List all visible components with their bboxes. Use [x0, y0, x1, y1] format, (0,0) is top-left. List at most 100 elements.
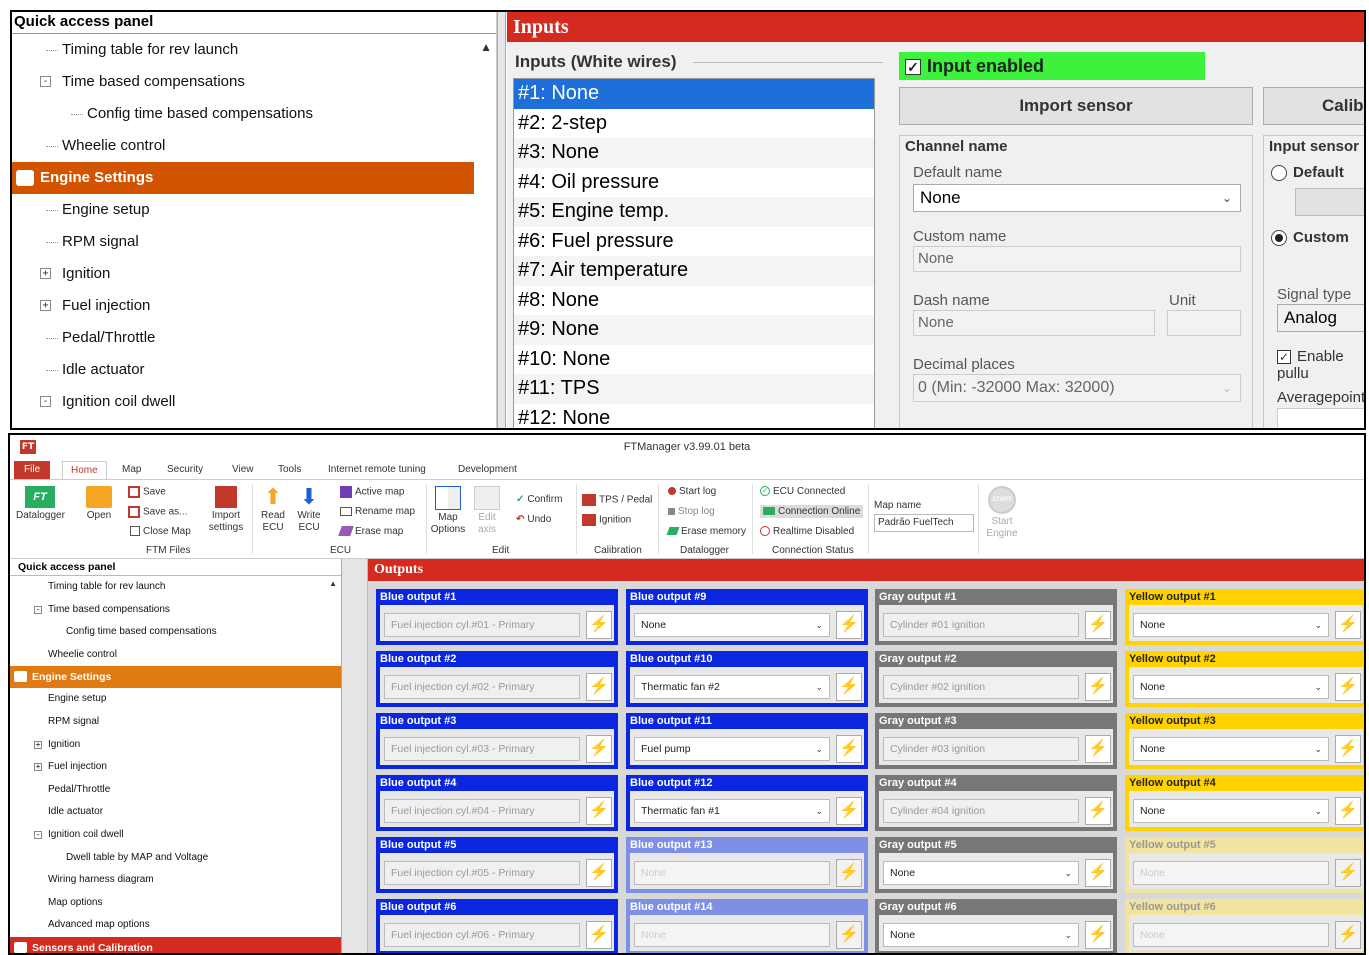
lightning-test-icon[interactable]: ⚡ — [836, 735, 862, 763]
output-function-select[interactable]: Thermatic fan #1 ⌄ — [634, 799, 830, 823]
output-function-field[interactable]: Fuel injection cyl.#06 - Primary — [384, 923, 580, 947]
erase-map-button[interactable]: Erase map — [338, 526, 403, 537]
read-ecu-button[interactable]: ⬆ Read ECU — [258, 486, 288, 534]
input-list-item[interactable]: #8: None — [514, 285, 874, 315]
input-enabled-checkbox[interactable]: ✓ Input enabled — [899, 52, 1205, 80]
tree-item[interactable]: RPM signal — [10, 711, 341, 734]
save-button[interactable]: Save — [128, 486, 166, 498]
tree-item[interactable]: + Ignition — [10, 734, 341, 757]
lightning-test-icon[interactable]: ⚡ — [1335, 921, 1361, 949]
unit-field[interactable] — [1167, 310, 1241, 336]
lightning-test-icon[interactable]: ⚡ — [1085, 673, 1111, 701]
input-list-item[interactable]: #12: None — [514, 403, 874, 428]
output-function-field[interactable]: None — [634, 861, 830, 885]
decimal-places-select[interactable]: 0 (Min: -32000 Max: 32000) ⌄ — [913, 374, 1241, 402]
tree-item[interactable]: Idle actuator — [10, 801, 341, 824]
tree-item[interactable]: + Fuel injection — [10, 756, 341, 779]
output-function-select[interactable]: None ⌄ — [1133, 799, 1329, 823]
tree-item[interactable]: Pedal/Throttle — [12, 322, 496, 354]
output-function-field[interactable]: None — [634, 923, 830, 947]
output-function-field[interactable]: Cylinder #04 ignition — [883, 799, 1079, 823]
import-sensor-button[interactable]: Import sensor — [899, 87, 1253, 125]
input-list-item[interactable]: #6: Fuel pressure — [514, 226, 874, 256]
output-function-field[interactable]: Cylinder #02 ignition — [883, 675, 1079, 699]
input-list-item[interactable]: #2: 2-step — [514, 108, 874, 138]
output-function-select[interactable]: Fuel pump ⌄ — [634, 737, 830, 761]
output-function-field[interactable]: Fuel injection cyl.#02 - Primary — [384, 675, 580, 699]
output-function-select[interactable]: None ⌄ — [1133, 613, 1329, 637]
output-function-field[interactable]: None — [1133, 923, 1329, 947]
output-function-select[interactable]: Thermatic fan #2 ⌄ — [634, 675, 830, 699]
map-name-field[interactable]: Padrão FuelTech — [874, 514, 974, 532]
enable-pullup-checkbox[interactable]: ✓ Enable pullu — [1277, 348, 1364, 382]
expand-icon[interactable]: + — [34, 740, 42, 749]
tree-item[interactable]: Wheelie control — [12, 130, 496, 162]
tps-pedal-button[interactable]: TPS / Pedal — [582, 494, 652, 506]
average-points-field[interactable] — [1277, 408, 1364, 428]
lightning-test-icon[interactable]: ⚡ — [586, 735, 612, 763]
collapse-icon[interactable]: - — [40, 76, 51, 87]
collapse-icon[interactable]: - — [40, 396, 51, 407]
menu-view[interactable]: View — [232, 464, 254, 475]
lightning-test-icon[interactable]: ⚡ — [836, 611, 862, 639]
section-engine-settings[interactable]: Engine Settings — [10, 666, 341, 689]
menu-security[interactable]: Security — [167, 464, 203, 475]
menu-tools[interactable]: Tools — [278, 464, 301, 475]
tree-item[interactable]: Wheelie control — [10, 644, 341, 667]
lightning-test-icon[interactable]: ⚡ — [1335, 735, 1361, 763]
expand-icon[interactable]: + — [34, 763, 42, 772]
custom-name-field[interactable]: None — [913, 246, 1241, 272]
lightning-test-icon[interactable]: ⚡ — [1085, 921, 1111, 949]
lightning-test-icon[interactable]: ⚡ — [836, 673, 862, 701]
import-settings-button[interactable]: Import settings — [206, 486, 246, 534]
collapse-icon[interactable]: - — [34, 830, 42, 839]
expand-icon[interactable]: + — [40, 268, 51, 279]
menu-home[interactable]: Home — [62, 461, 107, 479]
output-function-field[interactable]: Cylinder #01 ignition — [883, 613, 1079, 637]
lightning-test-icon[interactable]: ⚡ — [586, 611, 612, 639]
input-list-item[interactable]: #10: None — [514, 344, 874, 374]
open-button[interactable]: Open — [84, 486, 114, 521]
section-engine-settings[interactable]: Engine Settings — [12, 162, 474, 194]
lightning-test-icon[interactable]: ⚡ — [1335, 859, 1361, 887]
splitter[interactable] — [342, 559, 368, 953]
tree-item[interactable]: - Ignition coil dwell — [12, 386, 496, 418]
lightning-test-icon[interactable]: ⚡ — [1085, 611, 1111, 639]
lightning-test-icon[interactable]: ⚡ — [1085, 859, 1111, 887]
erase-memory-button[interactable]: Erase memory — [666, 526, 746, 537]
tree-item[interactable]: Config time based compensations — [10, 621, 341, 644]
save-as-button[interactable]: Save as... — [128, 506, 187, 518]
tree-item[interactable]: Timing table for rev launch — [12, 34, 496, 66]
default-name-select[interactable]: None ⌄ — [913, 184, 1241, 212]
tree-item[interactable]: Advanced map options — [10, 914, 341, 937]
lightning-test-icon[interactable]: ⚡ — [836, 921, 862, 949]
splitter[interactable] — [497, 12, 506, 428]
output-function-select[interactable]: None ⌄ — [634, 613, 830, 637]
menu-file[interactable]: File — [14, 461, 51, 479]
output-function-select[interactable]: None ⌄ — [883, 923, 1079, 947]
write-ecu-button[interactable]: ⬇ Write ECU — [294, 486, 324, 534]
lightning-test-icon[interactable]: ⚡ — [1335, 611, 1361, 639]
output-function-field[interactable]: Cylinder #03 ignition — [883, 737, 1079, 761]
tree-item[interactable]: Wiring harness diagram — [10, 869, 341, 892]
start-engine-button[interactable]: START Start Engine — [984, 486, 1020, 540]
ignition-calib-button[interactable]: Ignition — [582, 514, 631, 526]
output-function-field[interactable]: Fuel injection cyl.#05 - Primary — [384, 861, 580, 885]
close-map-button[interactable]: Close Map — [130, 526, 191, 537]
tree-item[interactable]: - Time based compensations — [12, 66, 496, 98]
radio-custom[interactable]: Custom — [1271, 229, 1349, 247]
lightning-test-icon[interactable]: ⚡ — [1335, 797, 1361, 825]
output-function-field[interactable]: None — [1133, 861, 1329, 885]
lightning-test-icon[interactable]: ⚡ — [1335, 673, 1361, 701]
output-function-select[interactable]: None ⌄ — [1133, 737, 1329, 761]
input-list-item[interactable]: #3: None — [514, 138, 874, 168]
menu-map[interactable]: Map — [122, 464, 141, 475]
lightning-test-icon[interactable]: ⚡ — [836, 859, 862, 887]
signal-type-select[interactable]: Analog — [1277, 304, 1364, 332]
stop-log-button[interactable]: Stop log — [668, 506, 715, 517]
tree-item[interactable]: + Ignition — [12, 258, 496, 290]
input-list-item[interactable]: #11: TPS — [514, 374, 874, 404]
tree-item[interactable]: Engine setup — [10, 688, 341, 711]
start-log-button[interactable]: Start log — [668, 486, 716, 497]
tree-item[interactable]: - Ignition coil dwell — [10, 824, 341, 847]
